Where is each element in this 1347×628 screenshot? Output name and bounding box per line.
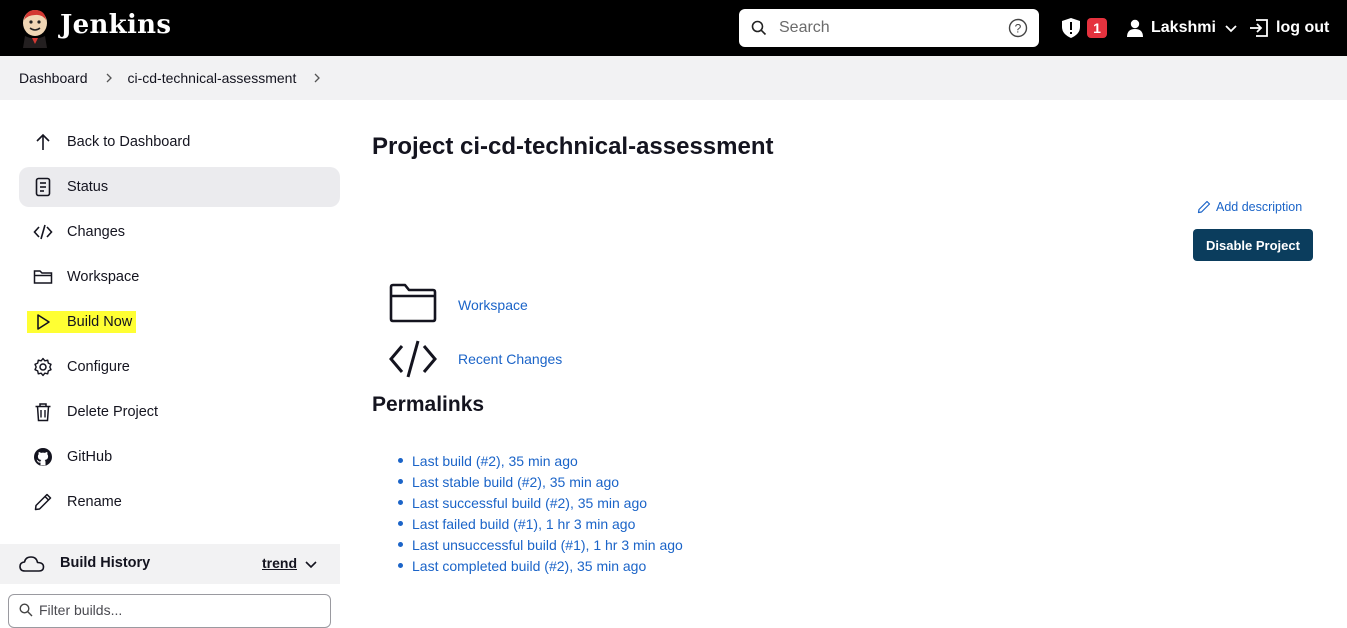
filter-builds-input[interactable] xyxy=(39,599,319,621)
sidebar-item-label: Configure xyxy=(67,359,130,375)
sidebar-item-label: Rename xyxy=(67,494,122,510)
document-icon xyxy=(33,177,53,197)
sidebar-item-changes[interactable]: Changes xyxy=(19,212,340,252)
build-history-trend-link[interactable]: trend xyxy=(262,555,297,571)
workspace-link[interactable]: Workspace xyxy=(458,297,528,313)
filter-builds-box[interactable] xyxy=(8,594,331,628)
logout-label: log out xyxy=(1276,19,1330,36)
chevron-down-icon[interactable] xyxy=(304,557,318,571)
recent-changes-link-row: Recent Changes xyxy=(389,335,562,383)
jenkins-logo-icon[interactable] xyxy=(18,8,52,48)
svg-text:?: ? xyxy=(1015,22,1022,36)
security-shield-icon[interactable] xyxy=(1060,17,1082,39)
permalinks-list: Last build (#2), 35 min ago Last stable … xyxy=(398,450,683,576)
cloud-icon xyxy=(19,556,45,572)
recent-changes-link[interactable]: Recent Changes xyxy=(458,351,562,367)
top-header: Jenkins ? 1 Lakshmi log ou xyxy=(0,0,1347,56)
bullet-dot xyxy=(398,521,403,526)
user-icon xyxy=(1127,19,1143,37)
sidebar-item-configure[interactable]: Configure xyxy=(19,347,340,387)
sidebar-item-build-now[interactable]: Build Now xyxy=(19,302,340,342)
logout-link[interactable]: log out xyxy=(1248,17,1329,39)
sidebar-item-label: Build Now xyxy=(67,314,133,330)
pencil-icon xyxy=(1197,200,1211,214)
sidebar-item-status[interactable]: Status xyxy=(19,167,340,207)
permalink-label[interactable]: Last failed build (#1), 1 hr 3 min ago xyxy=(412,516,635,532)
sidebar-item-workspace[interactable]: Workspace xyxy=(19,257,340,297)
search-icon xyxy=(19,603,33,617)
sidebar-item-label: Back to Dashboard xyxy=(67,134,191,150)
permalink-label[interactable]: Last unsuccessful build (#1), 1 hr 3 min… xyxy=(412,537,683,553)
permalink-item[interactable]: Last unsuccessful build (#1), 1 hr 3 min… xyxy=(398,534,683,555)
bullet-dot xyxy=(398,500,403,505)
sidebar-item-label: Delete Project xyxy=(67,404,159,420)
search-icon xyxy=(751,20,767,36)
chevron-down-icon[interactable] xyxy=(1224,21,1238,35)
permalink-label[interactable]: Last stable build (#2), 35 min ago xyxy=(412,474,619,490)
play-icon xyxy=(33,312,53,332)
gear-icon xyxy=(33,357,53,377)
code-icon xyxy=(33,222,53,242)
sidebar-item-label: Changes xyxy=(67,224,126,240)
arrow-up-icon xyxy=(33,132,53,152)
chevron-right-icon[interactable] xyxy=(312,73,322,83)
permalink-item[interactable]: Last completed build (#2), 35 min ago xyxy=(398,555,683,576)
permalink-label[interactable]: Last successful build (#2), 35 min ago xyxy=(412,495,647,511)
build-history-title: Build History xyxy=(60,555,151,571)
disable-project-button[interactable]: Disable Project xyxy=(1193,229,1313,261)
breadcrumb: Dashboard ci-cd-technical-assessment xyxy=(0,56,1347,100)
workspace-link-row: Workspace xyxy=(389,281,528,329)
trash-icon xyxy=(33,402,53,422)
permalinks-heading: Permalinks xyxy=(372,393,485,416)
bullet-dot xyxy=(398,542,403,547)
permalink-item[interactable]: Last successful build (#2), 35 min ago xyxy=(398,492,683,513)
sidebar: Back to Dashboard Status Changes Workspa… xyxy=(19,122,340,527)
permalink-label[interactable]: Last completed build (#2), 35 min ago xyxy=(412,558,646,574)
add-description-label: Add description xyxy=(1216,200,1303,214)
security-badge[interactable]: 1 xyxy=(1087,18,1107,38)
user-name: Lakshmi xyxy=(1151,19,1216,36)
bullet-dot xyxy=(398,479,403,484)
permalink-item[interactable]: Last build (#2), 35 min ago xyxy=(398,450,683,471)
bullet-dot xyxy=(398,458,403,463)
chevron-right-icon xyxy=(106,73,112,83)
help-icon[interactable]: ? xyxy=(1008,18,1028,38)
bullet-dot xyxy=(398,563,403,568)
brand-name[interactable]: Jenkins xyxy=(60,10,171,40)
highlight-mark: Build Now xyxy=(27,311,137,333)
folder-icon xyxy=(389,283,437,323)
page-title: Project ci-cd-technical-assessment xyxy=(372,133,774,160)
breadcrumb-project[interactable]: ci-cd-technical-assessment xyxy=(128,70,297,86)
sidebar-item-github[interactable]: GitHub xyxy=(19,437,340,477)
search-box[interactable]: ? xyxy=(739,9,1039,47)
github-icon xyxy=(33,447,53,467)
sidebar-item-label: GitHub xyxy=(67,449,113,465)
pencil-icon xyxy=(33,492,53,512)
sidebar-item-label: Workspace xyxy=(67,269,140,285)
permalink-item[interactable]: Last failed build (#1), 1 hr 3 min ago xyxy=(398,513,683,534)
permalink-item[interactable]: Last stable build (#2), 35 min ago xyxy=(398,471,683,492)
code-icon xyxy=(389,340,437,378)
add-description-link[interactable]: Add description xyxy=(1197,200,1302,214)
user-menu[interactable]: Lakshmi xyxy=(1125,17,1238,39)
sidebar-item-back-to-dashboard[interactable]: Back to Dashboard xyxy=(19,122,340,162)
build-history-bar: Build History trend xyxy=(0,544,340,584)
search-input[interactable] xyxy=(779,15,999,41)
logout-icon xyxy=(1250,19,1268,37)
sidebar-item-label: Status xyxy=(67,179,109,195)
sidebar-item-rename[interactable]: Rename xyxy=(19,482,340,522)
breadcrumb-dashboard[interactable]: Dashboard xyxy=(19,70,88,86)
sidebar-item-delete-project[interactable]: Delete Project xyxy=(19,392,340,432)
folder-icon xyxy=(33,267,53,287)
permalink-label[interactable]: Last build (#2), 35 min ago xyxy=(412,453,578,469)
